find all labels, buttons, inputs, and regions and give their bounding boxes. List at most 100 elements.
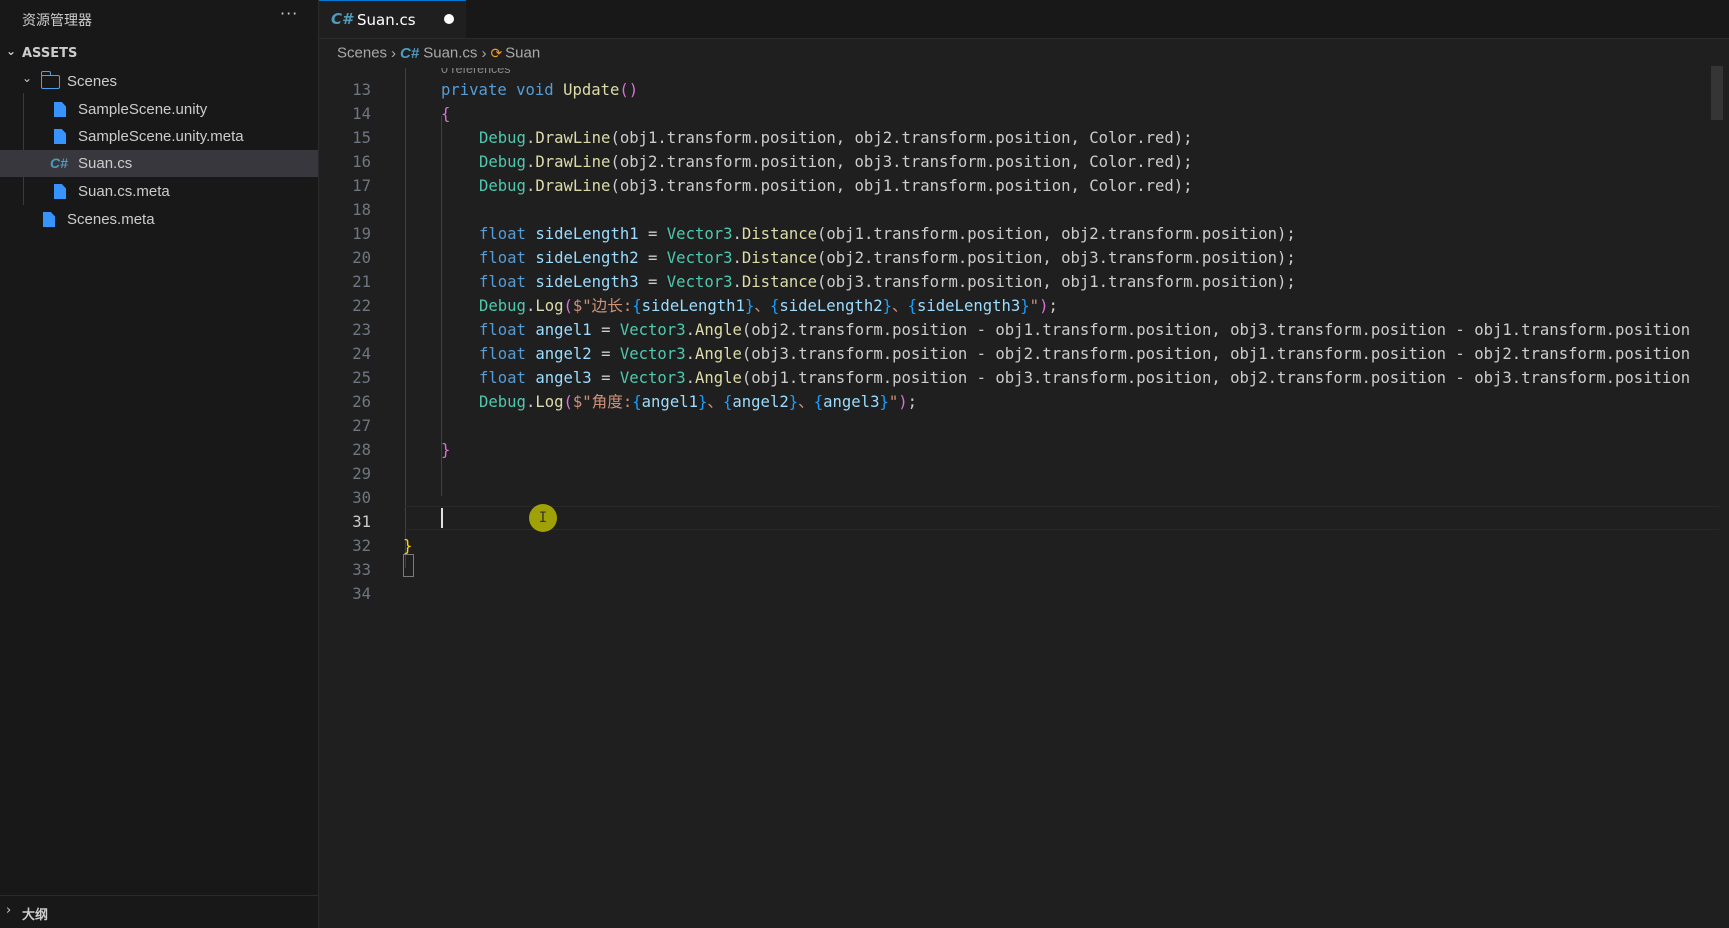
line-number: 24: [352, 345, 371, 363]
line-number: 32: [352, 537, 371, 555]
tree-item-suan-cs-meta[interactable]: Suan.cs.meta: [0, 178, 318, 205]
code-function: Angle: [694, 369, 742, 387]
line-number: 28: [352, 441, 371, 459]
breadcrumb-folder[interactable]: Scenes: [337, 45, 387, 62]
code-type: Debug: [479, 177, 526, 195]
line-number: 34: [352, 585, 371, 603]
code-editor[interactable]: 0 references 13 14 15 16 17 18 19 20 21 22 23 24 25 2…: [319, 68, 1719, 928]
code-line-21: float sideLength3 = Vector3.Distance(obj…: [479, 273, 1296, 291]
code-function: Log: [535, 393, 564, 411]
assets-section-header[interactable]: ⌄ ASSETS: [0, 43, 318, 65]
csharp-file-icon: C#: [400, 44, 420, 62]
code-keyword: float: [479, 273, 526, 291]
code-text: (obj3.transform.position, obj1.transform…: [610, 177, 1193, 195]
tree-item-samplescene-unity-meta[interactable]: SampleScene.unity.meta: [0, 123, 318, 150]
code-type: Vector3: [619, 369, 686, 387]
code-variable: sideLength3: [917, 297, 1021, 315]
tree-item-label: SampleScene.unity.meta: [78, 128, 244, 145]
code-type: Vector3: [666, 273, 733, 291]
breadcrumb: Scenes › C# Suan.cs › ⟳ Suan: [337, 44, 540, 66]
explorer-title: 资源管理器: [22, 13, 92, 29]
folder-icon: [40, 71, 60, 89]
outline-label: 大纲: [22, 908, 49, 923]
line-number: 23: [352, 321, 371, 339]
code-line-15: Debug.DrawLine(obj1.transform.position, …: [479, 129, 1193, 147]
outline-section-header[interactable]: › 大纲: [0, 895, 318, 928]
code-text: =: [591, 321, 620, 339]
code-type: Vector3: [619, 345, 686, 363]
breadcrumb-symbol[interactable]: Suan: [505, 45, 540, 62]
tree-item-scenes-meta[interactable]: Scenes.meta: [0, 206, 318, 233]
breadcrumb-file[interactable]: Suan.cs: [423, 45, 477, 62]
line-number: 22: [352, 297, 371, 315]
line-number: 21: [352, 273, 371, 291]
mouse-cursor-icon: I: [529, 504, 557, 532]
code-line-13: private void Update(): [441, 78, 638, 102]
code-line-20: float sideLength2 = Vector3.Distance(obj…: [479, 249, 1296, 267]
code-punct: (): [619, 81, 639, 99]
line-number: 33: [352, 561, 371, 579]
assets-section-label: ASSETS: [22, 46, 78, 61]
line-number: 26: [352, 393, 371, 411]
tree-item-label: Suan.cs.meta: [78, 183, 170, 200]
code-variable: sideLength1: [641, 297, 745, 315]
line-number: 27: [352, 417, 371, 435]
code-function: DrawLine: [535, 153, 611, 171]
code-text: =: [638, 249, 667, 267]
code-line-29: }: [441, 438, 450, 462]
line-number: 29: [352, 465, 371, 483]
tab-suan-cs[interactable]: C# Suan.cs: [319, 0, 466, 38]
code-type: Vector3: [666, 225, 733, 243]
tree-item-suan-cs[interactable]: C# Suan.cs: [0, 150, 318, 177]
unsaved-dot-icon[interactable]: [444, 14, 454, 24]
code-text: (obj3.transform.position - obj2.transfor…: [741, 345, 1691, 363]
line-number: 19: [352, 225, 371, 243]
code-function: DrawLine: [535, 177, 611, 195]
code-keyword: float: [479, 345, 526, 363]
line-number: 18: [352, 201, 371, 219]
code-line-22: Debug.Log($"边长:{sideLength1}、{sideLength…: [479, 297, 1058, 315]
line-number: 31: [352, 513, 371, 531]
indent-guide: [405, 68, 406, 568]
code-variable: angel2: [535, 345, 592, 363]
code-type: Debug: [479, 153, 526, 171]
file-icon: [54, 184, 66, 199]
line-number: 30: [352, 489, 371, 507]
code-text: =: [638, 225, 667, 243]
file-icon: [54, 129, 66, 144]
code-function: Angle: [694, 345, 742, 363]
file-icon: [54, 102, 66, 117]
code-text: (obj2.transform.position, obj3.transform…: [817, 249, 1296, 267]
code-text: =: [638, 273, 667, 291]
csharp-file-icon: C#: [50, 155, 68, 171]
line-number: 14: [352, 105, 371, 123]
explorer-sidebar: 资源管理器 ··· ⌄ ASSETS ⌄ Scenes SampleScene.…: [0, 0, 319, 928]
code-variable: sideLength3: [535, 273, 639, 291]
code-function: DrawLine: [535, 129, 611, 147]
code-variable: sideLength1: [535, 225, 639, 243]
code-type: Vector3: [619, 321, 686, 339]
editor-scrollbar[interactable]: [1711, 66, 1723, 120]
code-text: =: [591, 369, 620, 387]
tree-item-samplescene-unity[interactable]: SampleScene.unity: [0, 96, 318, 123]
code-variable: angel1: [641, 393, 698, 411]
line-number: 15: [352, 129, 371, 147]
code-text: (obj3.transform.position, obj1.transform…: [817, 273, 1296, 291]
code-keyword: float: [479, 225, 526, 243]
code-type: Debug: [479, 393, 526, 411]
code-string: 、: [707, 393, 723, 411]
code-line-19: float sideLength1 = Vector3.Distance(obj…: [479, 225, 1296, 243]
code-line-17: Debug.DrawLine(obj3.transform.position, …: [479, 177, 1193, 195]
more-actions-icon[interactable]: ···: [280, 4, 298, 23]
code-string: 、: [892, 297, 908, 315]
current-line-highlight: [405, 506, 1719, 530]
chevron-right-icon: ›: [6, 903, 12, 918]
code-function: Log: [535, 297, 564, 315]
code-line-25: float angel2 = Vector3.Angle(obj3.transf…: [479, 345, 1691, 363]
code-string: ": [1029, 297, 1040, 315]
tree-item-scenes-folder[interactable]: ⌄ Scenes: [0, 68, 318, 95]
code-keyword: float: [479, 249, 526, 267]
codelens-references[interactable]: 0 references: [441, 68, 510, 76]
code-text: (obj1.transform.position - obj3.transfor…: [741, 369, 1691, 387]
code-text: =: [591, 345, 620, 363]
